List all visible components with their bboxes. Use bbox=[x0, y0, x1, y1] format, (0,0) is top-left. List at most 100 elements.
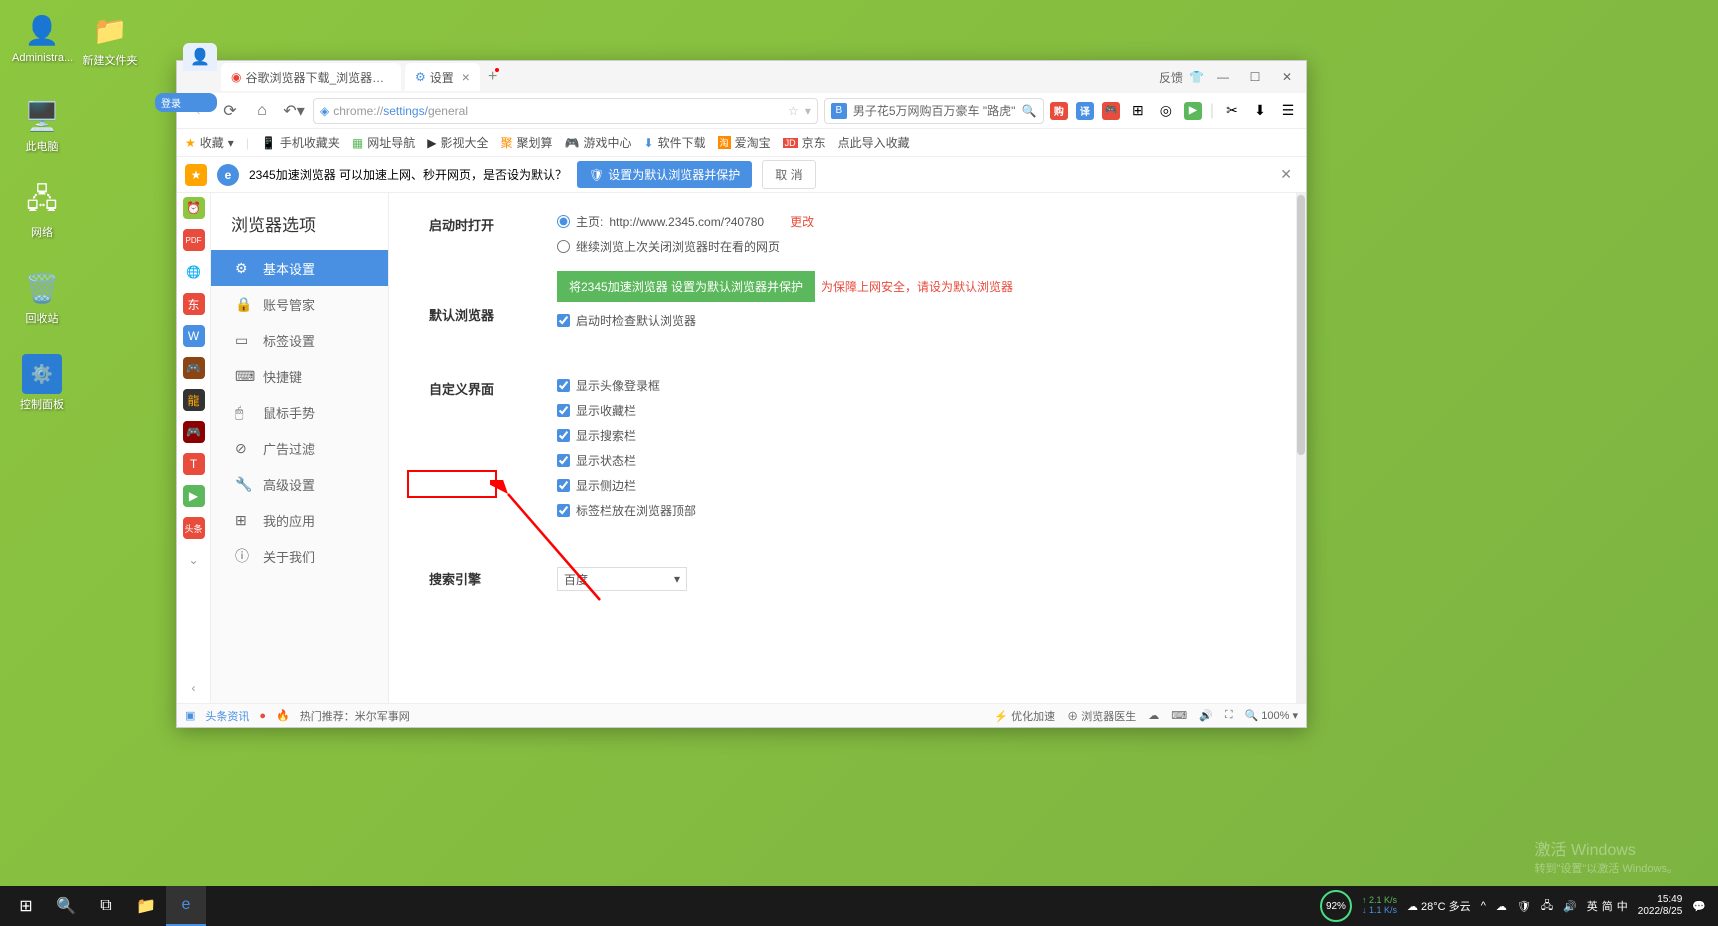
status-news[interactable]: 头条资讯 bbox=[205, 708, 249, 724]
nav-tabs[interactable]: ▭标签设置 bbox=[211, 322, 388, 358]
nav-shortcuts[interactable]: ⌨快捷键 bbox=[211, 358, 388, 394]
zoom-level[interactable]: 🔍 100% ▾ bbox=[1245, 709, 1298, 722]
bookmark-item[interactable]: 📱手机收藏夹 bbox=[261, 134, 340, 151]
desktop-icon-admin[interactable]: 👤Administra... bbox=[12, 10, 72, 64]
avatar-icon[interactable]: 👤 bbox=[183, 43, 217, 71]
explorer-button[interactable]: 📁 bbox=[126, 886, 166, 926]
desktop-icon-thispc[interactable]: 🖥️此电脑 bbox=[12, 96, 72, 154]
home-button[interactable]: ⌂ bbox=[249, 98, 275, 124]
check-status-bar[interactable]: 显示状态栏 bbox=[557, 452, 1266, 469]
startup-homepage-radio[interactable]: 主页: http://www.2345.com/?40780 更改 bbox=[557, 213, 1266, 230]
startup-continue-radio[interactable]: 继续浏览上次关闭浏览器时在看的网页 bbox=[557, 238, 1266, 255]
close-button[interactable]: ✕ bbox=[1274, 64, 1300, 90]
rail-word-icon[interactable]: W bbox=[183, 325, 205, 347]
tab-settings[interactable]: ⚙ 设置 × bbox=[405, 63, 480, 91]
nav-about[interactable]: ⓘ关于我们 bbox=[211, 538, 388, 574]
set-default-browser-button[interactable]: 将2345加速浏览器 设置为默认浏览器并保护 bbox=[557, 271, 815, 302]
circle-icon[interactable]: ◎ bbox=[1156, 101, 1176, 121]
check-default-on-startup[interactable]: 启动时检查默认浏览器 bbox=[557, 312, 1266, 329]
clock[interactable]: 15:49 2022/8/25 bbox=[1638, 894, 1683, 918]
shop-icon[interactable]: 购 bbox=[1050, 102, 1068, 120]
green-icon[interactable]: ▶ bbox=[1184, 102, 1202, 120]
sound-icon[interactable]: 🔊 bbox=[1199, 709, 1213, 722]
bookmark-item[interactable]: ▦网址导航 bbox=[352, 134, 415, 151]
bookmark-item[interactable]: JD京东 bbox=[783, 134, 826, 151]
rail-game-icon[interactable]: 🎮 bbox=[183, 357, 205, 379]
rail-chrome-icon[interactable]: 🌐 bbox=[183, 261, 205, 283]
feedback-link[interactable]: 反馈 bbox=[1159, 69, 1183, 86]
search-input[interactable]: B 男子花5万网购百万豪车 "路虎" 🔍 bbox=[824, 98, 1044, 124]
search-engine-select[interactable]: 百度 ▾ bbox=[557, 567, 687, 591]
rail-toutiao-icon[interactable]: 头条 bbox=[183, 517, 205, 539]
chevron-down-icon[interactable]: ▾ bbox=[805, 104, 811, 118]
check-search-bar[interactable]: 显示搜索栏 bbox=[557, 427, 1266, 444]
start-button[interactable]: ⊞ bbox=[6, 886, 46, 926]
bookmark-item[interactable]: 淘爱淘宝 bbox=[718, 134, 771, 151]
network-meter[interactable]: ↑ 2.1 K/s ↓ 1.1 K/s bbox=[1362, 896, 1397, 916]
tray-shield-icon[interactable]: 🛡 bbox=[1517, 900, 1531, 913]
rail-pdf-icon[interactable]: PDF bbox=[183, 229, 205, 251]
desktop-icon-network[interactable]: 🖧网络 bbox=[12, 182, 72, 240]
keyboard-icon[interactable]: ⌨ bbox=[1171, 709, 1187, 722]
rail-dragon-icon[interactable]: 龍 bbox=[183, 389, 205, 411]
tray-network-icon[interactable]: 🖧 bbox=[1541, 897, 1553, 916]
rail-stock-icon[interactable]: 东 bbox=[183, 293, 205, 315]
skin-icon[interactable]: 👕 bbox=[1189, 70, 1204, 84]
history-button[interactable]: ↶▾ bbox=[281, 98, 307, 124]
browser-taskbar-button[interactable]: e bbox=[166, 886, 206, 926]
check-bookmarks-bar[interactable]: 显示收藏栏 bbox=[557, 402, 1266, 419]
nav-basic-settings[interactable]: ⚙基本设置 bbox=[211, 250, 388, 286]
download-icon[interactable]: ⬇ bbox=[1250, 101, 1270, 121]
nav-advanced[interactable]: 🔧高级设置 bbox=[211, 466, 388, 502]
change-link[interactable]: 更改 bbox=[790, 213, 814, 230]
tray-sound-icon[interactable]: 🔊 bbox=[1563, 900, 1577, 913]
minimize-button[interactable]: — bbox=[1210, 64, 1236, 90]
news-icon[interactable]: ▣ bbox=[185, 709, 195, 722]
check-sidebar[interactable]: 显示侧边栏 bbox=[557, 477, 1266, 494]
maximize-button[interactable]: ☐ bbox=[1242, 64, 1268, 90]
rail-iqiyi-icon[interactable]: ▶ bbox=[183, 485, 205, 507]
menu-icon[interactable]: ☰ bbox=[1278, 101, 1298, 121]
new-tab-button[interactable]: + bbox=[488, 68, 497, 86]
optimize-button[interactable]: ⚡ 优化加速 bbox=[994, 708, 1055, 724]
check-tabs-top[interactable]: 标签栏放在浏览器顶部 bbox=[557, 502, 1266, 519]
search-button[interactable]: 🔍 bbox=[46, 886, 86, 926]
check-avatar-login[interactable]: 显示头像登录框 bbox=[557, 377, 1266, 394]
bookmark-item[interactable]: ⬇软件下载 bbox=[644, 134, 706, 151]
star-icon[interactable]: ☆ bbox=[788, 104, 799, 118]
rail-game2-icon[interactable]: 🎮 bbox=[183, 421, 205, 443]
search-icon[interactable]: 🔍 bbox=[1022, 104, 1037, 118]
nav-account[interactable]: 🔒账号管家 bbox=[211, 286, 388, 322]
tab-chrome-download[interactable]: ◉ 谷歌浏览器下载_浏览器官网入 bbox=[221, 63, 401, 91]
game-icon[interactable]: 🎮 bbox=[1102, 102, 1120, 120]
nav-my-apps[interactable]: ⊞我的应用 bbox=[211, 502, 388, 538]
weather-widget[interactable]: ☁ 28°C 多云 bbox=[1407, 898, 1471, 914]
notifications-icon[interactable]: 💬 bbox=[1692, 900, 1706, 913]
bookmark-import[interactable]: 点此导入收藏 bbox=[838, 134, 910, 151]
url-input[interactable]: ◈ chrome://settings/general ☆ ▾ bbox=[313, 98, 818, 124]
login-button[interactable]: 登录 bbox=[155, 93, 217, 112]
battery-indicator[interactable]: 92% bbox=[1320, 890, 1352, 922]
scrollbar[interactable] bbox=[1296, 193, 1306, 703]
doctor-button[interactable]: ⊕ 浏览器医生 bbox=[1067, 708, 1136, 724]
rail-chevron-down-icon[interactable]: ⌄ bbox=[183, 549, 205, 571]
cloud-icon[interactable]: ☁ bbox=[1148, 709, 1159, 722]
rail-t-icon[interactable]: T bbox=[183, 453, 205, 475]
nav-mouse-gestures[interactable]: 🖱鼠标手势 bbox=[211, 394, 388, 430]
refresh-button[interactable]: ⟳ bbox=[217, 98, 243, 124]
desktop-icon-controlpanel[interactable]: ⚙️控制面板 bbox=[12, 354, 72, 412]
scissors-icon[interactable]: ✂ bbox=[1222, 101, 1242, 121]
star-icon[interactable]: ★ bbox=[185, 164, 207, 186]
close-icon[interactable]: ✕ bbox=[1274, 166, 1298, 183]
tab-close-icon[interactable]: × bbox=[462, 69, 470, 85]
taskview-button[interactable]: ⧉ bbox=[86, 886, 126, 926]
ime-indicator[interactable]: 英 简 中 bbox=[1587, 898, 1628, 914]
bookmark-item[interactable]: ▶影视大全 bbox=[427, 134, 488, 151]
rail-clock-icon[interactable]: ⏰ bbox=[183, 197, 205, 219]
set-default-button[interactable]: 🛡设置为默认浏览器并保护 bbox=[577, 161, 752, 188]
desktop-icon-recycle[interactable]: 🗑️回收站 bbox=[12, 268, 72, 326]
bookmark-item[interactable]: 聚聚划算 bbox=[501, 134, 553, 151]
cancel-button[interactable]: 取 消 bbox=[762, 160, 815, 189]
favorites-menu[interactable]: ★收藏▾ bbox=[185, 134, 234, 151]
tray-onedrive-icon[interactable]: ☁ bbox=[1496, 900, 1507, 913]
